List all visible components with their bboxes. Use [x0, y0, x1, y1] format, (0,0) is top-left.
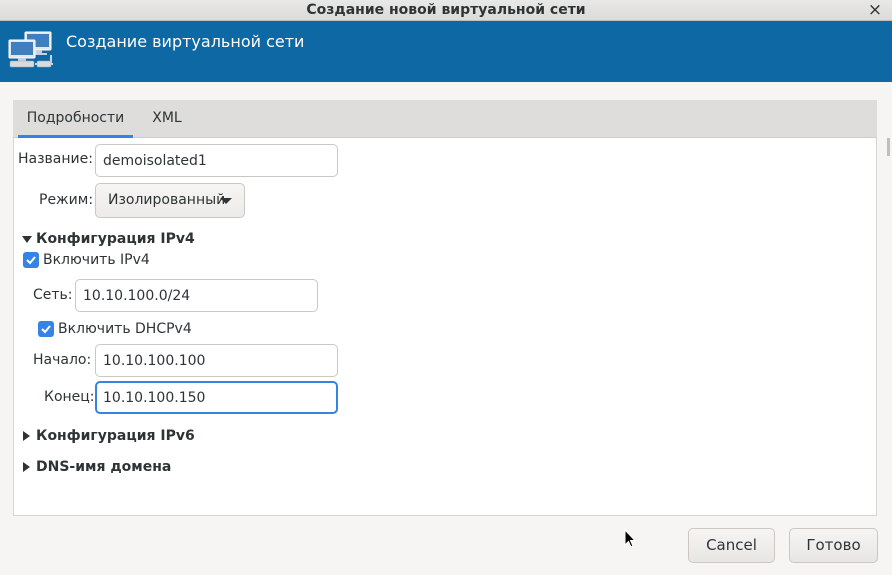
mode-label: Режим: — [39, 192, 94, 208]
tab-xml[interactable]: XML — [141, 100, 193, 137]
chevron-down-icon — [220, 198, 232, 204]
cancel-button[interactable]: Cancel — [688, 528, 775, 563]
enable-ipv4-label[interactable]: Включить IPv4 — [43, 252, 150, 268]
checkmark-icon — [26, 256, 36, 265]
expander-open-icon — [22, 235, 32, 243]
tab-details[interactable]: Подробности — [18, 100, 133, 138]
dialog-title: Создание виртуальной сети — [66, 32, 305, 51]
network-label: Сеть: — [33, 287, 73, 303]
name-label: Название: — [18, 151, 93, 167]
window-title: Создание новой виртуальной сети — [306, 2, 586, 18]
expander-closed-icon — [23, 462, 30, 472]
enable-dhcp-label[interactable]: Включить DHCPv4 — [58, 321, 192, 337]
start-label: Начало: — [33, 352, 92, 368]
checkmark-icon — [41, 325, 51, 334]
close-icon[interactable]: × — [866, 1, 884, 19]
end-label: Конец: — [44, 389, 95, 405]
name-field[interactable] — [95, 144, 338, 177]
window-titlebar: Создание новой виртуальной сети × — [0, 0, 892, 21]
expander-closed-icon — [23, 431, 30, 441]
dhcp-start-field[interactable] — [95, 344, 338, 377]
ipv4-header: Конфигурация IPv4 — [36, 231, 195, 247]
mode-value: Изолированный — [108, 192, 226, 208]
dhcp-end-field[interactable] — [95, 381, 338, 414]
dns-expander[interactable]: DNS-имя домена — [23, 459, 171, 475]
network-field[interactable] — [75, 279, 318, 312]
ipv6-header: Конфигурация IPv6 — [36, 428, 195, 444]
mode-dropdown[interactable]: Изолированный — [95, 183, 245, 218]
network-icon — [7, 30, 55, 78]
ipv6-expander[interactable]: Конфигурация IPv6 — [23, 428, 195, 444]
dns-header: DNS-имя домена — [36, 459, 172, 475]
mouse-pointer-icon — [624, 528, 637, 553]
enable-dhcp-checkbox[interactable] — [38, 321, 54, 337]
dialog-header: Создание виртуальной сети — [0, 21, 892, 82]
enable-ipv4-checkbox[interactable] — [23, 252, 39, 268]
scrollbar[interactable] — [887, 138, 890, 156]
tab-bar: Подробности XML — [13, 100, 877, 138]
finish-button[interactable]: Готово — [789, 528, 878, 563]
ipv4-expander[interactable]: Конфигурация IPv4 — [22, 231, 195, 247]
